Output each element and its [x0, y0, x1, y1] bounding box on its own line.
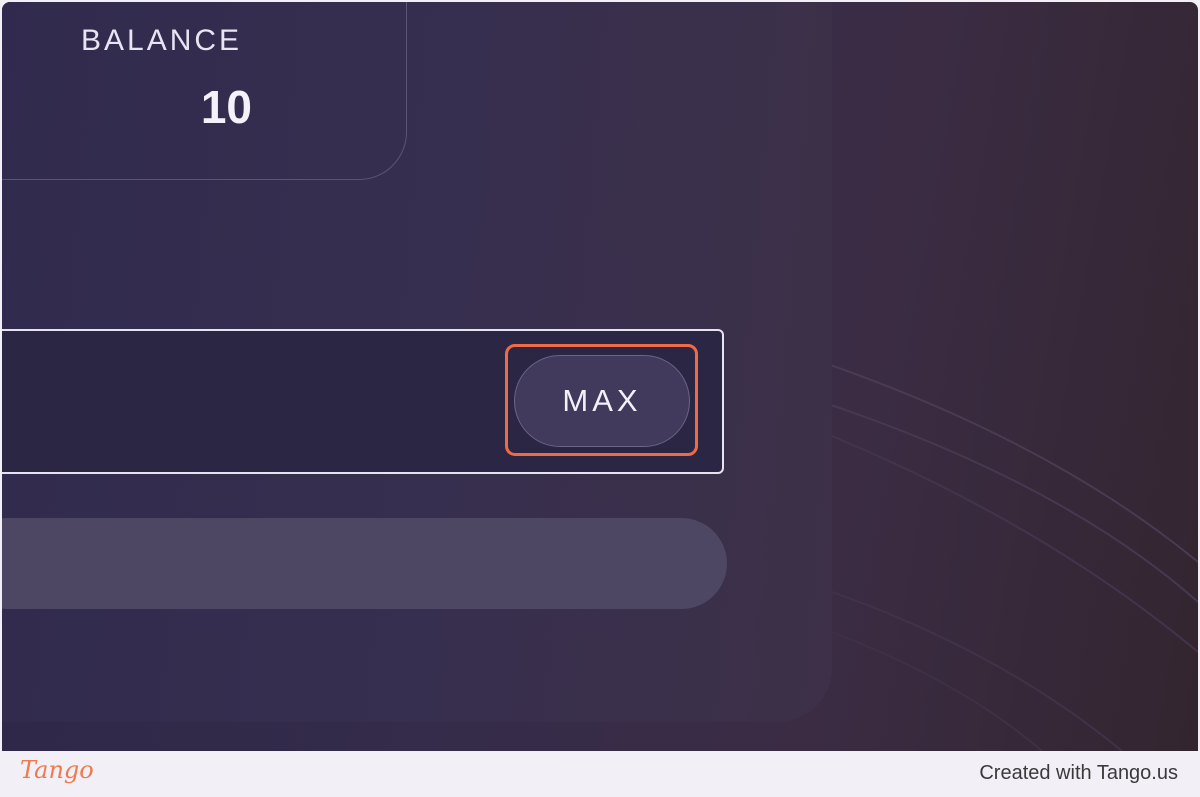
submit-button[interactable]: [2, 518, 727, 609]
amount-input[interactable]: [14, 361, 478, 443]
footer-credit: Created with Tango.us: [979, 762, 1178, 784]
balance-label: BALANCE: [81, 24, 243, 57]
tango-logo: Tango: [20, 756, 94, 784]
balance-value: 10: [200, 81, 252, 133]
app-window: BALANCE 10 MAX: [2, 2, 1198, 751]
max-button[interactable]: MAX: [514, 355, 690, 447]
